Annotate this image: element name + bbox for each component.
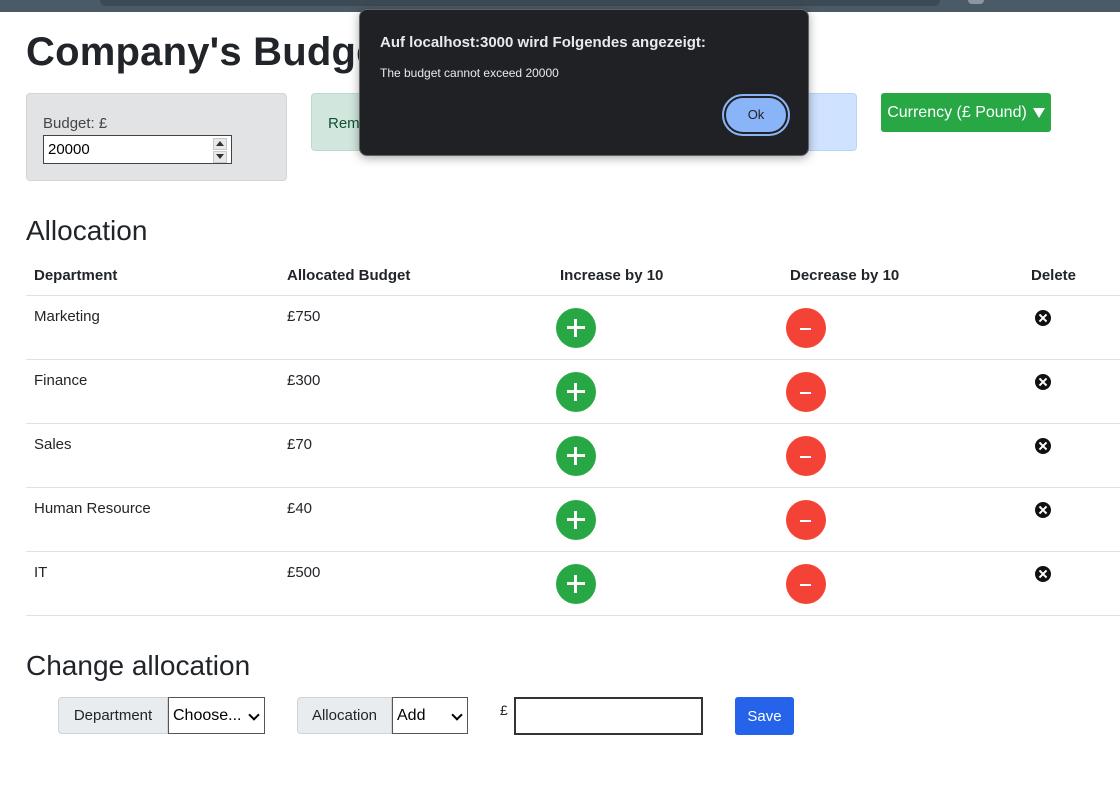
change-allocation-title: Change allocation	[26, 650, 251, 681]
increase-button[interactable]	[556, 435, 596, 476]
budget-input[interactable]	[43, 135, 232, 164]
header-increase: Increase by 10	[552, 256, 782, 296]
dialog-message: The budget cannot exceed 20000	[380, 66, 559, 80]
department-select-value: Choose...	[173, 707, 242, 724]
table-row: Marketing £750	[26, 295, 1120, 360]
amount-input[interactable]	[514, 697, 703, 735]
allocation-title: Allocation	[26, 215, 148, 246]
increase-button[interactable]	[556, 307, 596, 348]
increase-button[interactable]	[556, 563, 596, 604]
table-row: IT £500	[26, 551, 1120, 616]
currency-label: Currency (£ Pound)	[887, 104, 1027, 121]
budget-cell: £300	[287, 371, 321, 389]
budget-cell: £500	[287, 563, 321, 581]
header-decrease: Decrease by 10	[782, 256, 1023, 296]
alert-dialog: Auf localhost:3000 wird Folgendes angeze…	[359, 9, 809, 156]
department-cell: IT	[34, 563, 48, 581]
dialog-title: Auf localhost:3000 wird Folgendes angeze…	[380, 34, 706, 51]
decrease-button[interactable]	[786, 307, 826, 348]
currency-dropdown-button[interactable]: Currency (£ Pound)	[881, 93, 1051, 132]
department-cell: Marketing	[34, 307, 100, 325]
delete-icon[interactable]	[1035, 437, 1051, 454]
increase-button[interactable]	[556, 371, 596, 412]
remaining-label: Rem	[328, 115, 360, 132]
delete-icon[interactable]	[1035, 309, 1051, 326]
increase-button[interactable]	[556, 499, 596, 540]
caret-down-icon	[1032, 107, 1045, 118]
table-row: Sales £70	[26, 423, 1120, 488]
header-delete: Delete	[1023, 256, 1120, 296]
budget-card: Budget: £	[26, 93, 287, 181]
decrease-button[interactable]	[786, 499, 826, 540]
department-select[interactable]: Choose...	[168, 697, 265, 734]
spin-down-icon[interactable]	[213, 151, 227, 163]
decrease-button[interactable]	[786, 563, 826, 604]
header-department: Department	[26, 256, 279, 296]
currency-symbol: £	[500, 702, 508, 718]
address-bar[interactable]	[100, 0, 940, 6]
header-allocated-budget: Allocated Budget	[279, 256, 552, 296]
department-cell: Human Resource	[34, 499, 151, 517]
table-row: Finance £300	[26, 359, 1120, 424]
chevron-down-icon	[248, 709, 260, 721]
budget-spinner[interactable]	[213, 138, 227, 163]
delete-icon[interactable]	[1035, 501, 1051, 518]
delete-icon[interactable]	[1035, 373, 1051, 390]
allocation-table: Department Allocated Budget Increase by …	[26, 256, 1120, 616]
budget-cell: £70	[287, 435, 313, 453]
budget-label: Budget: £	[43, 115, 108, 132]
decrease-button[interactable]	[786, 371, 826, 412]
delete-icon[interactable]	[1035, 565, 1051, 582]
allocation-select-value: Add	[397, 707, 426, 724]
table-row: Human Resource £40	[26, 487, 1120, 552]
department-select-label: Department	[58, 697, 168, 734]
allocation-type-select[interactable]: Add	[392, 697, 468, 734]
decrease-button[interactable]	[786, 435, 826, 476]
budget-cell: £40	[287, 499, 313, 517]
department-cell: Finance	[34, 371, 88, 389]
allocation-select-label: Allocation	[297, 697, 392, 734]
department-cell: Sales	[34, 435, 72, 453]
browser-profile-icon[interactable]	[968, 0, 984, 4]
spin-up-icon[interactable]	[213, 138, 227, 150]
table-header-row: Department Allocated Budget Increase by …	[26, 256, 1120, 296]
save-button[interactable]: Save	[735, 697, 794, 735]
budget-cell: £750	[287, 307, 321, 325]
ok-button[interactable]: Ok	[722, 94, 790, 136]
page-title: Company's Budget	[26, 30, 393, 74]
chevron-down-icon	[451, 709, 463, 721]
